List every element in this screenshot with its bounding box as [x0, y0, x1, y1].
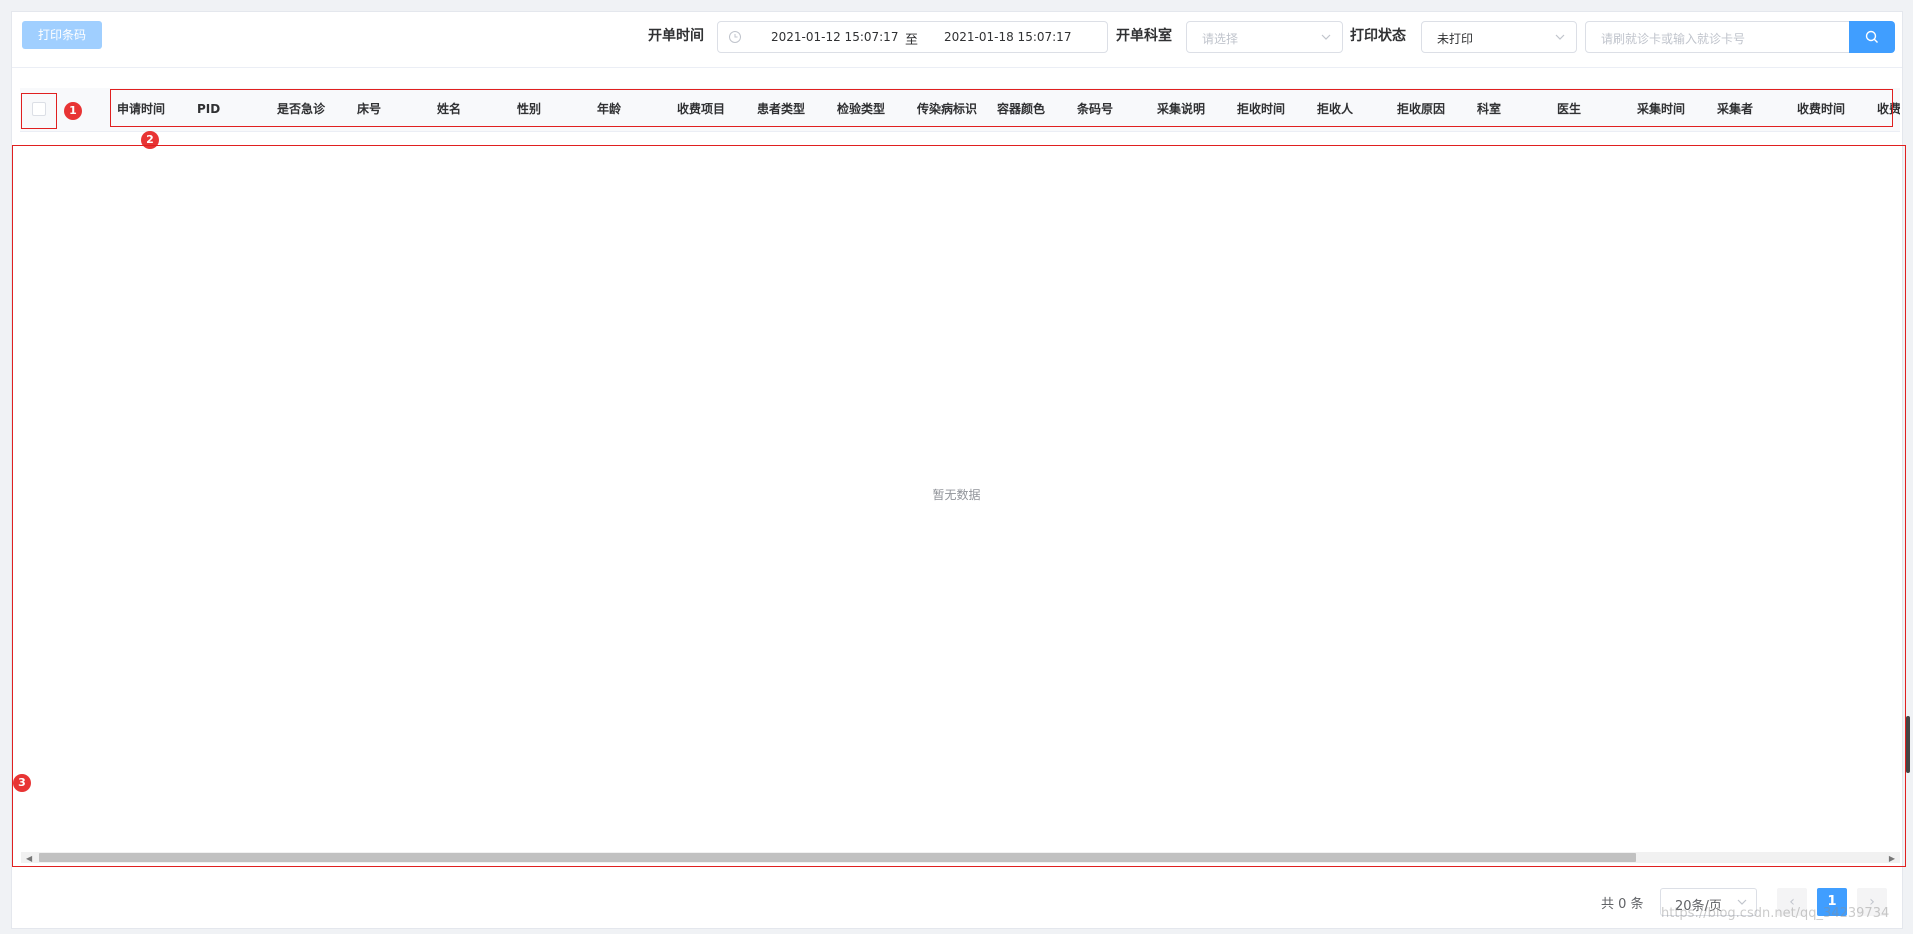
watermark-text: https://blog.csdn.net/qq_34239734: [1661, 906, 1890, 921]
print-status-label: 打印状态: [1350, 28, 1406, 44]
open-time-label: 开单时间: [648, 28, 704, 44]
dept-label: 开单科室: [1116, 28, 1172, 44]
print-barcode-button[interactable]: 打印条码: [22, 21, 102, 49]
start-date-input[interactable]: 2021-01-12 15:07:17: [771, 30, 898, 44]
end-date-input[interactable]: 2021-01-18 15:07:17: [944, 30, 1071, 44]
date-range-picker[interactable]: 2021-01-12 15:07:17 至 2021-01-18 15:07:1…: [717, 21, 1108, 53]
print-status-value: 未打印: [1437, 32, 1474, 46]
dept-select[interactable]: 请选择: [1186, 21, 1343, 53]
total-count: 共 0 条: [1601, 897, 1644, 912]
clock-icon: [729, 31, 741, 43]
annotation-box-3: [12, 145, 1906, 867]
dept-select-placeholder: 请选择: [1202, 32, 1239, 46]
card-number-placeholder: 请刷就诊卡或输入就诊卡号: [1601, 32, 1746, 46]
chevron-down-icon: [1555, 34, 1565, 40]
range-separator: 至: [905, 33, 919, 48]
search-button[interactable]: [1849, 21, 1895, 53]
print-status-select[interactable]: 未打印: [1421, 21, 1577, 53]
chevron-down-icon: [1321, 34, 1331, 40]
annotation-marker-1: 1: [64, 102, 82, 120]
toolbar-divider: [12, 67, 1902, 68]
annotation-box-1: [21, 93, 57, 129]
search-icon: [1865, 30, 1878, 43]
annotation-marker-3: 3: [13, 774, 31, 792]
vertical-scrollbar-thumb[interactable]: [1906, 716, 1910, 773]
card-number-input[interactable]: 请刷就诊卡或输入就诊卡号: [1585, 21, 1850, 53]
annotation-box-2: [110, 89, 1893, 127]
